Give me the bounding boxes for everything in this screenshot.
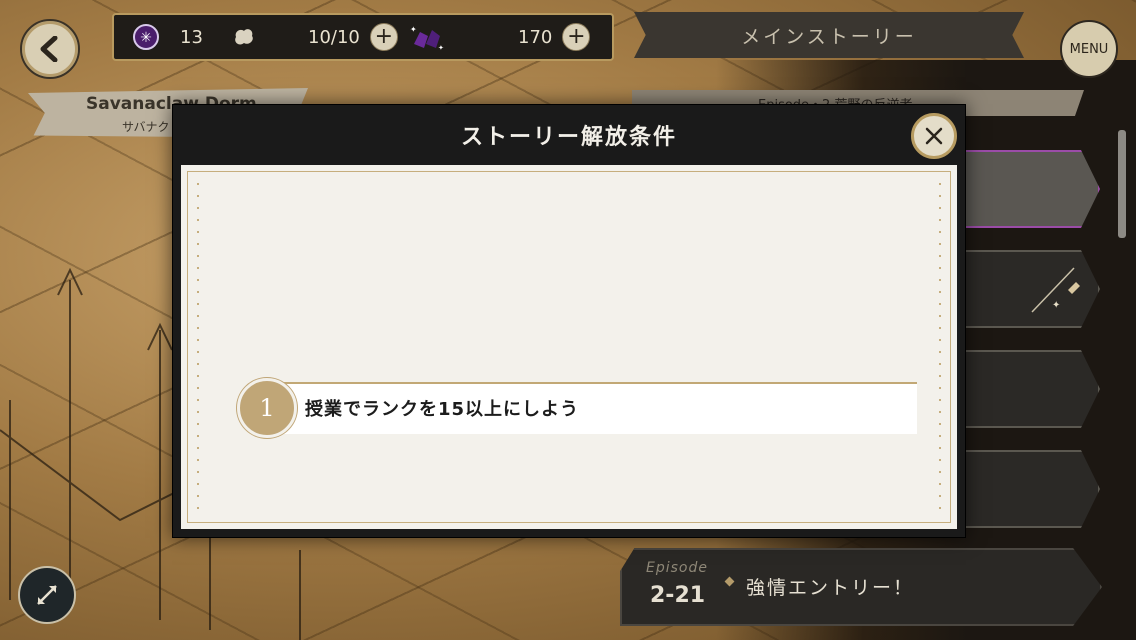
crystal-icon: ✦ ✦ <box>410 25 444 52</box>
chevron-left-icon <box>40 36 58 62</box>
stamina-icon <box>235 29 253 45</box>
svg-text:✦: ✦ <box>438 44 444 52</box>
condition-text: 授業でランクを15以上にしよう <box>305 399 580 420</box>
svg-text:✦: ✦ <box>1052 300 1060 311</box>
episode-card-number: 2-21 <box>650 583 706 608</box>
episode-card-label: Episode <box>646 560 708 576</box>
conditions-paper: 1 授業でランクを15以上にしよう <box>181 165 957 529</box>
crystal-resource: ✦ ✦ 170 + <box>408 15 591 59</box>
close-icon <box>925 127 943 145</box>
episode-list-item[interactable] <box>964 450 1100 528</box>
paper-border-dots <box>939 183 941 511</box>
scrollbar[interactable] <box>1118 130 1126 238</box>
episode-card-title: 強情エントリー！ <box>746 577 915 599</box>
magic-gem-icon: ✳ <box>133 24 159 50</box>
close-button[interactable] <box>911 113 957 159</box>
paper-frame <box>187 171 951 523</box>
expand-arrows-icon <box>37 585 57 605</box>
stamina-resource: 10/10 + <box>232 15 398 59</box>
wand-icon: ✦ <box>1031 267 1080 313</box>
main-story-ribbon: メインストーリー <box>634 12 1024 58</box>
gem-count: 13 <box>180 26 203 48</box>
episode-list-item[interactable] <box>964 350 1100 428</box>
add-stamina-button[interactable]: + <box>369 23 398 51</box>
unlock-conditions-dialog: ストーリー解放条件 1 授業でランクを15以上にしよう <box>172 104 966 538</box>
crystal-count: 170 <box>518 26 553 48</box>
episode-list-item[interactable]: ✦ <box>964 250 1100 328</box>
menu-button[interactable]: MENU <box>1060 20 1118 78</box>
menu-label: MENU <box>1069 41 1109 57</box>
location-sub: サバナク <box>122 120 170 134</box>
gem-resource: ✳ 13 <box>132 15 203 59</box>
condition-number-badge: 1 <box>237 378 297 438</box>
episode-list-item[interactable] <box>964 150 1100 228</box>
back-button[interactable] <box>20 19 80 79</box>
stamina-count: 10/10 <box>308 26 360 48</box>
add-crystal-button[interactable]: + <box>562 23 591 51</box>
paper-border-dots <box>197 183 199 511</box>
resource-bar: ✳ 13 10/10 + ✦ ✦ 170 + <box>112 13 614 61</box>
svg-text:✳: ✳ <box>140 30 152 46</box>
svg-text:✦: ✦ <box>410 25 417 34</box>
dialog-title: ストーリー解放条件 <box>460 125 677 150</box>
expand-button[interactable] <box>18 566 76 624</box>
main-story-label: メインストーリー <box>741 25 917 48</box>
